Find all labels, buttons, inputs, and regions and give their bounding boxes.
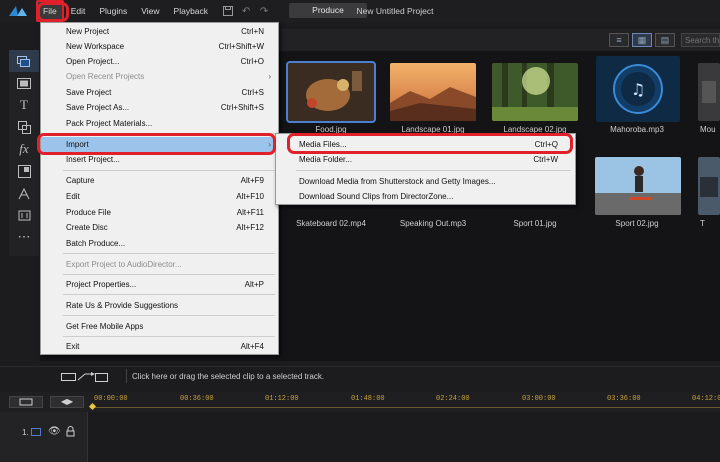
submenu-item-download-directorzone[interactable]: Download Sound Clips from DirectorZone..… [276,189,575,204]
video-track[interactable] [0,412,720,462]
save-icon[interactable] [219,0,237,22]
eye-icon[interactable]: 👁 [48,426,61,437]
menu-separator [296,170,571,171]
produce-button[interactable]: Produce [289,3,367,18]
ruler-tick-label: 04:12:00 [692,395,720,403]
room-tabs: T fx ⋯ [9,50,39,256]
import-submenu: Media Files... Ctrl+Q Media Folder... Ctrl… [275,133,576,205]
thumbnail-landscape-01[interactable] [390,63,476,121]
menu-item-produce-file[interactable]: Produce File Alt+F11 [41,205,278,220]
track-manager-icon[interactable] [61,371,109,383]
list-view-icon[interactable]: ≡ [609,33,629,47]
menu-item-edit[interactable]: Edit Alt+F10 [41,189,278,204]
menu-item-rate-us[interactable]: Rate Us & Provide Suggestions [41,298,278,313]
details-view-icon[interactable]: ▤ [655,33,675,47]
timeline-view-button[interactable] [9,396,43,408]
submenu-item-media-folder[interactable]: Media Folder... Ctrl+W [276,152,575,167]
search-input[interactable] [681,33,720,47]
ruler-tick-label: 03:00:00 [522,395,556,403]
toolbar-divider [126,369,127,383]
submenu-item-download-shutterstock[interactable]: Download Media from Shutterstock and Get… [276,174,575,189]
menu-separator [63,336,275,337]
menu-plugins[interactable]: Plugins [92,0,134,22]
timeline-hint: Click here or drag the selected clip to … [132,372,325,381]
menu-file[interactable]: File [36,0,64,22]
menu-separator [63,294,275,295]
menu-separator [63,315,275,316]
thumbnail-label: Sport 01.jpg [513,219,557,228]
menu-item-exit[interactable]: Exit Alt+F4 [41,339,278,354]
thumbnail-label: Mou [700,125,716,134]
menu-item-open-recent: Open Recent Projects › [41,69,278,84]
menu-item-new-workspace[interactable]: New Workspace Ctrl+Shift+W [41,39,278,54]
thumbnail-partial-2[interactable] [698,157,720,215]
menu-item-insert-project[interactable]: Insert Project... [41,152,278,167]
menu-item-pack-materials[interactable]: Pack Project Materials... [41,116,278,131]
grid-view-icon[interactable]: ▦ [632,33,652,47]
thumbnail-sport-02[interactable] [595,157,681,215]
ruler-tick-label: 00:00:00 [94,395,128,403]
undo-icon[interactable]: ↶ [237,0,255,22]
menu-edit[interactable]: Edit [64,0,93,22]
menu-item-save-project[interactable]: Save Project Ctrl+S [41,85,278,100]
submenu-item-media-files[interactable]: Media Files... Ctrl+Q [276,137,575,152]
thumbnail-label: Speaking Out.mp3 [399,219,467,228]
svg-text:♫: ♫ [631,80,645,99]
fit-timeline-icon[interactable]: ◀▶ [50,396,84,408]
thumbnail-food[interactable] [286,61,376,123]
menu-item-create-disc[interactable]: Create Disc Alt+F12 [41,220,278,235]
track-number: 1. [22,428,29,437]
app-logo-icon [0,0,36,22]
menu-playback[interactable]: Playback [167,0,216,22]
thumbnail-label: T [700,219,705,228]
menu-item-mobile-apps[interactable]: Get Free Mobile Apps [41,319,278,334]
menu-item-save-project-as[interactable]: Save Project As... Ctrl+Shift+S [41,100,278,115]
menu-separator [63,170,275,171]
chevron-right-icon: › [268,72,271,81]
media-room-icon[interactable] [9,50,39,72]
ruler-tick-label: 01:48:00 [351,395,385,403]
transition-room-icon[interactable] [9,116,39,138]
menu-item-capture[interactable]: Capture Alt+F9 [41,173,278,188]
ruler-baseline [90,407,720,408]
audio-mixer-icon[interactable] [9,204,39,226]
menu-view[interactable]: View [134,0,166,22]
menu-item-export-audiodirector: Export Project to AudioDirector... [66,260,182,269]
thumbnail-label: Mahoroba.mp3 [610,125,664,134]
menu-item-import[interactable]: Import › [41,137,278,152]
menu-item-open-project[interactable]: Open Project... Ctrl+O [41,54,278,69]
thumbnail-partial[interactable] [698,63,720,121]
particle-room-icon[interactable] [9,182,39,204]
chevron-right-icon: › [268,140,271,149]
title-room-icon[interactable]: T [9,94,39,116]
ruler-tick-label: 02:24:00 [436,395,470,403]
ruler-tick-label: 00:36:00 [180,395,214,403]
video-track-icon [31,428,41,436]
film-strip-icon[interactable] [9,72,39,94]
lock-icon[interactable] [66,426,75,439]
thumbnail-mahoroba[interactable]: ♫ [596,56,680,122]
menu-separator [63,253,275,254]
ruler-tick-label: 01:12:00 [265,395,299,403]
ruler-tick-label: 03:36:00 [607,395,641,403]
thumbnail-label: Skateboard 02.mp4 [296,219,366,228]
redo-icon[interactable]: ↷ [255,0,273,22]
menu-item-project-properties[interactable]: Project Properties... Alt+P [41,277,278,292]
thumbnail-label: Sport 02.jpg [615,219,659,228]
menu-separator [63,133,275,134]
menu-item-new-project[interactable]: New Project Ctrl+N [41,24,278,39]
pip-room-icon[interactable] [9,160,39,182]
menu-item-batch-produce[interactable]: Batch Produce... [41,236,278,251]
more-icon[interactable]: ⋯ [9,226,39,248]
file-menu: New Project Ctrl+N New Workspace Ctrl+Shif… [40,22,279,355]
menu-separator [63,274,275,275]
fx-room-icon[interactable]: fx [9,138,39,160]
thumbnail-landscape-02[interactable] [492,63,578,121]
